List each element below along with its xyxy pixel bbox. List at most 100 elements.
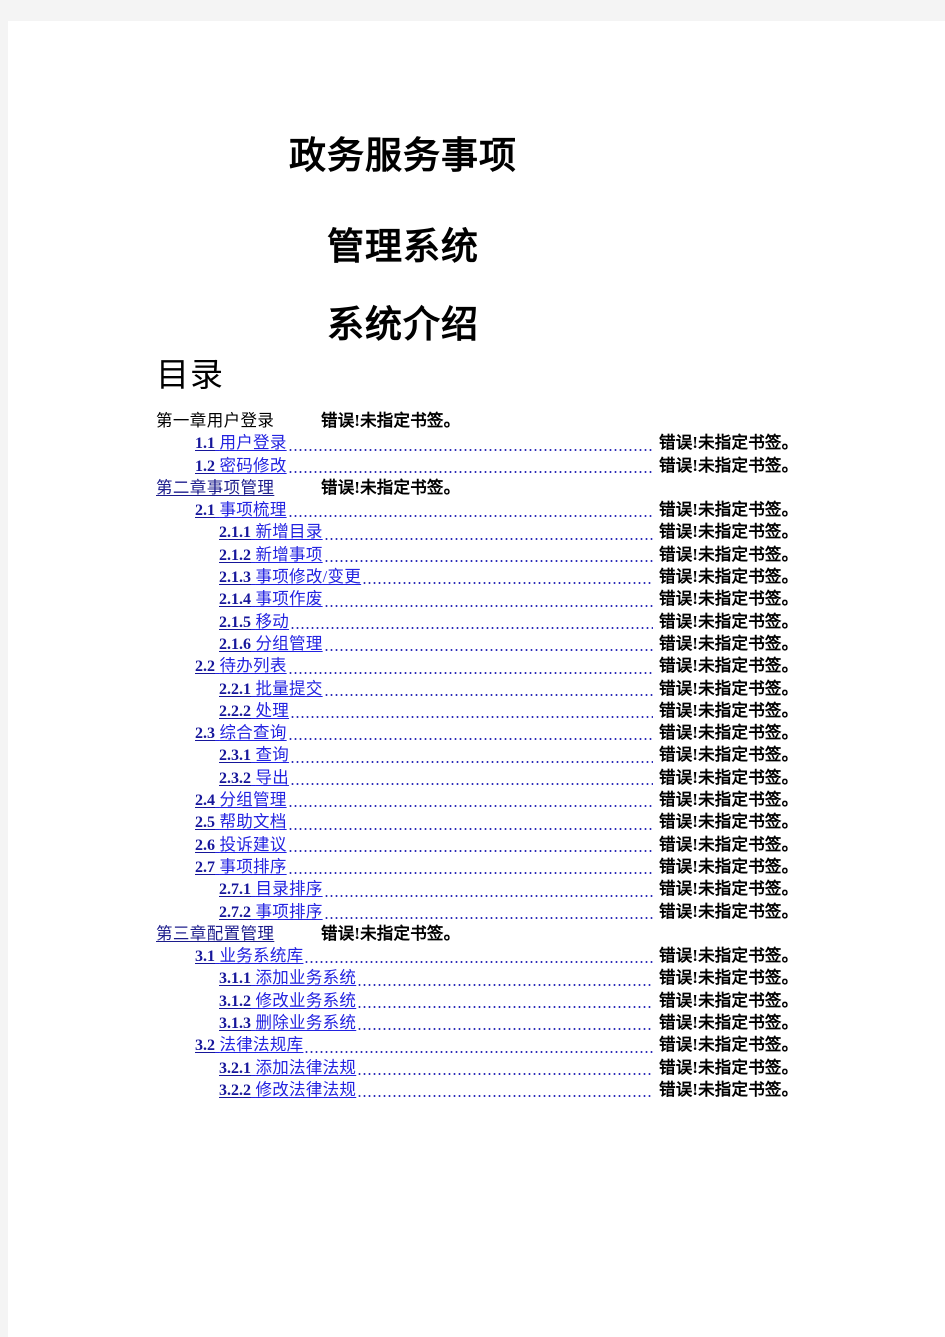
toc-entry-link[interactable]: 2.6 投诉建议 bbox=[195, 834, 287, 857]
toc-entry-number[interactable]: 2.5 bbox=[195, 814, 215, 831]
toc-entry-level-2[interactable]: 2.2 待办列表 错误!未指定书签。 bbox=[8, 655, 945, 677]
toc-entry-link[interactable]: 3.2.2 修改法律法规 bbox=[219, 1079, 356, 1102]
toc-entry-link[interactable]: 3.1.3 删除业务系统 bbox=[219, 1012, 356, 1035]
toc-entry-level-2[interactable]: 1.2 密码修改 错误!未指定书签。 bbox=[8, 455, 945, 477]
toc-entry-link[interactable]: 3.2.1 添加法律法规 bbox=[219, 1057, 356, 1080]
toc-entry-link[interactable]: 2.7 事项排序 bbox=[195, 856, 287, 879]
toc-entry-title[interactable]: 用户登录 bbox=[219, 433, 286, 452]
toc-entry-number[interactable]: 2.3.1 bbox=[219, 747, 251, 764]
toc-entry-link[interactable]: 3.1.2 修改业务系统 bbox=[219, 990, 356, 1013]
toc-entry-number[interactable]: 3.1.3 bbox=[219, 1015, 251, 1032]
toc-entry-number[interactable]: 2.3.2 bbox=[219, 770, 251, 787]
toc-entry-title[interactable]: 修改业务系统 bbox=[255, 991, 356, 1010]
toc-entry-level-3[interactable]: 2.7.2 事项排序 错误!未指定书签。 bbox=[8, 901, 945, 923]
toc-entry-level-3[interactable]: 3.1.1 添加业务系统 错误!未指定书签。 bbox=[8, 967, 945, 989]
toc-entry-label[interactable]: 第一章用户登录 bbox=[156, 411, 274, 430]
toc-entry-level-3[interactable]: 2.1.3 事项修改/变更 错误!未指定书签。 bbox=[8, 566, 945, 588]
toc-entry-number[interactable]: 2.7 bbox=[195, 859, 215, 876]
toc-entry-title[interactable]: 综合查询 bbox=[219, 723, 286, 742]
toc-entry-level-3[interactable]: 3.1.3 删除业务系统 错误!未指定书签。 bbox=[8, 1012, 945, 1034]
toc-entry-title[interactable]: 事项梳理 bbox=[219, 500, 286, 519]
toc-entry-title[interactable]: 事项排序 bbox=[255, 902, 322, 921]
toc-entry-title[interactable]: 导出 bbox=[255, 768, 289, 787]
toc-entry-link[interactable]: 2.5 帮助文档 bbox=[195, 811, 287, 834]
toc-entry-link[interactable]: 2.1.3 事项修改/变更 bbox=[219, 566, 361, 589]
toc-entry-number[interactable]: 3.2 bbox=[195, 1037, 215, 1054]
toc-entry-level-3[interactable]: 3.2.1 添加法律法规 错误!未指定书签。 bbox=[8, 1057, 945, 1079]
toc-entry-number[interactable]: 2.1.2 bbox=[219, 547, 251, 564]
toc-entry-title[interactable]: 事项作废 bbox=[255, 589, 322, 608]
toc-entry-level-2[interactable]: 2.4 分组管理 错误!未指定书签。 bbox=[8, 789, 945, 811]
toc-entry-level-2[interactable]: 3.2 法律法规库 错误!未指定书签。 bbox=[8, 1034, 945, 1056]
toc-entry-title[interactable]: 查询 bbox=[255, 745, 289, 764]
toc-entry-label[interactable]: 第三章配置管理 bbox=[156, 924, 274, 943]
toc-entry-level-3[interactable]: 2.1.1 新增目录 错误!未指定书签。 bbox=[8, 521, 945, 543]
toc-entry-level-2[interactable]: 2.7 事项排序 错误!未指定书签。 bbox=[8, 856, 945, 878]
toc-entry-link[interactable]: 1.1 用户登录 bbox=[195, 432, 287, 455]
toc-entry-link[interactable]: 1.2 密码修改 bbox=[195, 455, 287, 478]
toc-entry-level-3[interactable]: 3.1.2 修改业务系统 错误!未指定书签。 bbox=[8, 990, 945, 1012]
toc-entry-number[interactable]: 2.1.1 bbox=[219, 524, 251, 541]
toc-entry-level-2[interactable]: 2.5 帮助文档 错误!未指定书签。 bbox=[8, 811, 945, 833]
toc-entry-number[interactable]: 2.2.2 bbox=[219, 703, 251, 720]
toc-entry-title[interactable]: 删除业务系统 bbox=[255, 1013, 356, 1032]
toc-entry-link[interactable]: 2.7.1 目录排序 bbox=[219, 878, 323, 901]
toc-entry-level-3[interactable]: 2.3.2 导出 错误!未指定书签。 bbox=[8, 767, 945, 789]
toc-entry-number[interactable]: 2.2 bbox=[195, 658, 215, 675]
toc-entry-level-3[interactable]: 2.1.6 分组管理 错误!未指定书签。 bbox=[8, 633, 945, 655]
toc-entry-title[interactable]: 新增目录 bbox=[255, 522, 322, 541]
toc-entry-title[interactable]: 处理 bbox=[255, 701, 289, 720]
toc-entry-level-1[interactable]: 第一章用户登录 错误!未指定书签。 bbox=[8, 410, 945, 432]
toc-entry-level-1[interactable]: 第三章配置管理 错误!未指定书签。 bbox=[8, 923, 945, 945]
toc-entry-number[interactable]: 1.1 bbox=[195, 435, 215, 452]
toc-entry-level-2[interactable]: 2.1 事项梳理 错误!未指定书签。 bbox=[8, 499, 945, 521]
toc-entry-number[interactable]: 2.1.3 bbox=[219, 569, 251, 586]
toc-entry-title[interactable]: 添加业务系统 bbox=[255, 968, 356, 987]
toc-entry-number[interactable]: 2.7.2 bbox=[219, 904, 251, 921]
toc-entry-link[interactable]: 3.2 法律法规库 bbox=[195, 1034, 303, 1057]
toc-entry-link[interactable]: 2.7.2 事项排序 bbox=[219, 901, 323, 924]
toc-entry-level-1[interactable]: 第二章事项管理 错误!未指定书签。 bbox=[8, 477, 945, 499]
toc-entry-number[interactable]: 2.1.5 bbox=[219, 614, 251, 631]
toc-entry-number[interactable]: 1.2 bbox=[195, 458, 215, 475]
toc-entry-number[interactable]: 2.2.1 bbox=[219, 681, 251, 698]
toc-entry-link[interactable]: 2.1.2 新增事项 bbox=[219, 544, 323, 567]
toc-entry-number[interactable]: 3.1.1 bbox=[219, 970, 251, 987]
toc-entry-level-3[interactable]: 2.3.1 查询 错误!未指定书签。 bbox=[8, 744, 945, 766]
toc-entry-title[interactable]: 密码修改 bbox=[219, 456, 286, 475]
toc-entry-title[interactable]: 移动 bbox=[255, 612, 289, 631]
toc-entry-level-3[interactable]: 2.1.4 事项作废 错误!未指定书签。 bbox=[8, 588, 945, 610]
toc-entry-link[interactable]: 2.1.5 移动 bbox=[219, 611, 289, 634]
toc-entry-link[interactable]: 2.1 事项梳理 bbox=[195, 499, 287, 522]
toc-entry-title[interactable]: 帮助文档 bbox=[219, 812, 286, 831]
toc-entry-title[interactable]: 待办列表 bbox=[219, 656, 286, 675]
toc-entry-title[interactable]: 投诉建议 bbox=[219, 835, 286, 854]
toc-entry-link[interactable]: 2.2 待办列表 bbox=[195, 655, 287, 678]
toc-entry-link[interactable]: 2.3 综合查询 bbox=[195, 722, 287, 745]
toc-entry-title[interactable]: 事项排序 bbox=[219, 857, 286, 876]
toc-entry-level-3[interactable]: 2.1.2 新增事项 错误!未指定书签。 bbox=[8, 544, 945, 566]
toc-entry-title[interactable]: 批量提交 bbox=[255, 679, 322, 698]
toc-entry-level-3[interactable]: 3.2.2 修改法律法规 错误!未指定书签。 bbox=[8, 1079, 945, 1101]
toc-entry-link[interactable]: 2.1.4 事项作废 bbox=[219, 588, 323, 611]
toc-entry-title[interactable]: 法律法规库 bbox=[219, 1035, 303, 1054]
toc-entry-link[interactable]: 2.4 分组管理 bbox=[195, 789, 287, 812]
toc-entry-number[interactable]: 2.6 bbox=[195, 837, 215, 854]
toc-entry-link[interactable]: 3.1.1 添加业务系统 bbox=[219, 967, 356, 990]
toc-entry-link[interactable]: 2.1.6 分组管理 bbox=[219, 633, 323, 656]
toc-entry-number[interactable]: 2.3 bbox=[195, 725, 215, 742]
toc-entry-number[interactable]: 3.1 bbox=[195, 948, 215, 965]
toc-entry-level-2[interactable]: 1.1 用户登录 错误!未指定书签。 bbox=[8, 432, 945, 454]
toc-entry-label[interactable]: 第二章事项管理 bbox=[156, 478, 274, 497]
toc-entry-number[interactable]: 2.1.6 bbox=[219, 636, 251, 653]
toc-entry-level-2[interactable]: 2.6 投诉建议 错误!未指定书签。 bbox=[8, 834, 945, 856]
toc-entry-title[interactable]: 事项修改/变更 bbox=[255, 567, 361, 586]
toc-entry-number[interactable]: 3.1.2 bbox=[219, 993, 251, 1010]
toc-entry-link[interactable]: 2.3.2 导出 bbox=[219, 767, 289, 790]
toc-entry-link[interactable]: 2.2.2 处理 bbox=[219, 700, 289, 723]
toc-entry-number[interactable]: 2.1 bbox=[195, 502, 215, 519]
toc-entry-level-3[interactable]: 2.2.1 批量提交 错误!未指定书签。 bbox=[8, 678, 945, 700]
toc-entry-title[interactable]: 业务系统库 bbox=[219, 946, 303, 965]
toc-entry-title[interactable]: 目录排序 bbox=[255, 879, 322, 898]
toc-entry-link[interactable]: 2.2.1 批量提交 bbox=[219, 678, 323, 701]
